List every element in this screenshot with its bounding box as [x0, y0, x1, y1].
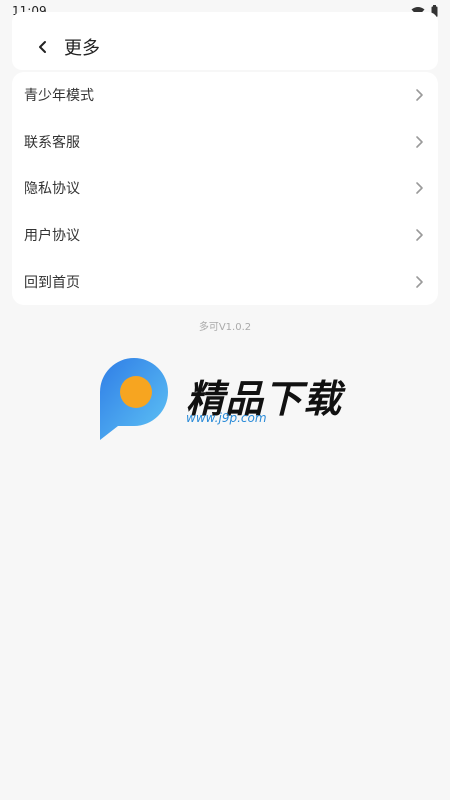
menu-item-privacy-policy[interactable]: 隐私协议	[12, 165, 438, 212]
page-title: 更多	[64, 38, 100, 59]
chevron-left-icon	[39, 41, 46, 53]
app-version: 多可V1.0.2	[198, 322, 252, 333]
menu-item-label: 青少年模式	[24, 88, 94, 105]
menu-item-teen-mode[interactable]: 青少年模式	[12, 72, 438, 119]
back-button[interactable]	[26, 30, 60, 64]
menu-item-customer-service[interactable]: 联系客服	[12, 119, 438, 166]
menu-item-label: 用户协议	[24, 228, 80, 245]
chevron-right-icon	[412, 88, 426, 102]
logo-icon	[100, 358, 168, 440]
chevron-right-icon	[412, 228, 426, 242]
menu-item-label: 联系客服	[24, 134, 80, 151]
chevron-right-icon	[412, 275, 426, 289]
chevron-right-icon	[412, 135, 426, 149]
logo-url: www.j9p.com	[186, 411, 267, 425]
screen: 11:09 更多 青少年模式 联系客服 隐私协议 用户协议 回到首页 多可V1.…	[0, 0, 450, 800]
menu-item-label: 回到首页	[24, 274, 80, 291]
chevron-right-icon	[412, 181, 426, 195]
menu-item-user-agreement[interactable]: 用户协议	[12, 212, 438, 259]
menu-card: 青少年模式 联系客服 隐私协议 用户协议 回到首页	[12, 72, 438, 305]
menu-item-back-home[interactable]: 回到首页	[12, 258, 438, 305]
menu-item-label: 隐私协议	[24, 181, 80, 198]
header: 更多	[12, 12, 438, 70]
watermark-logo: 精品下载 www.j9p.com	[98, 356, 358, 446]
